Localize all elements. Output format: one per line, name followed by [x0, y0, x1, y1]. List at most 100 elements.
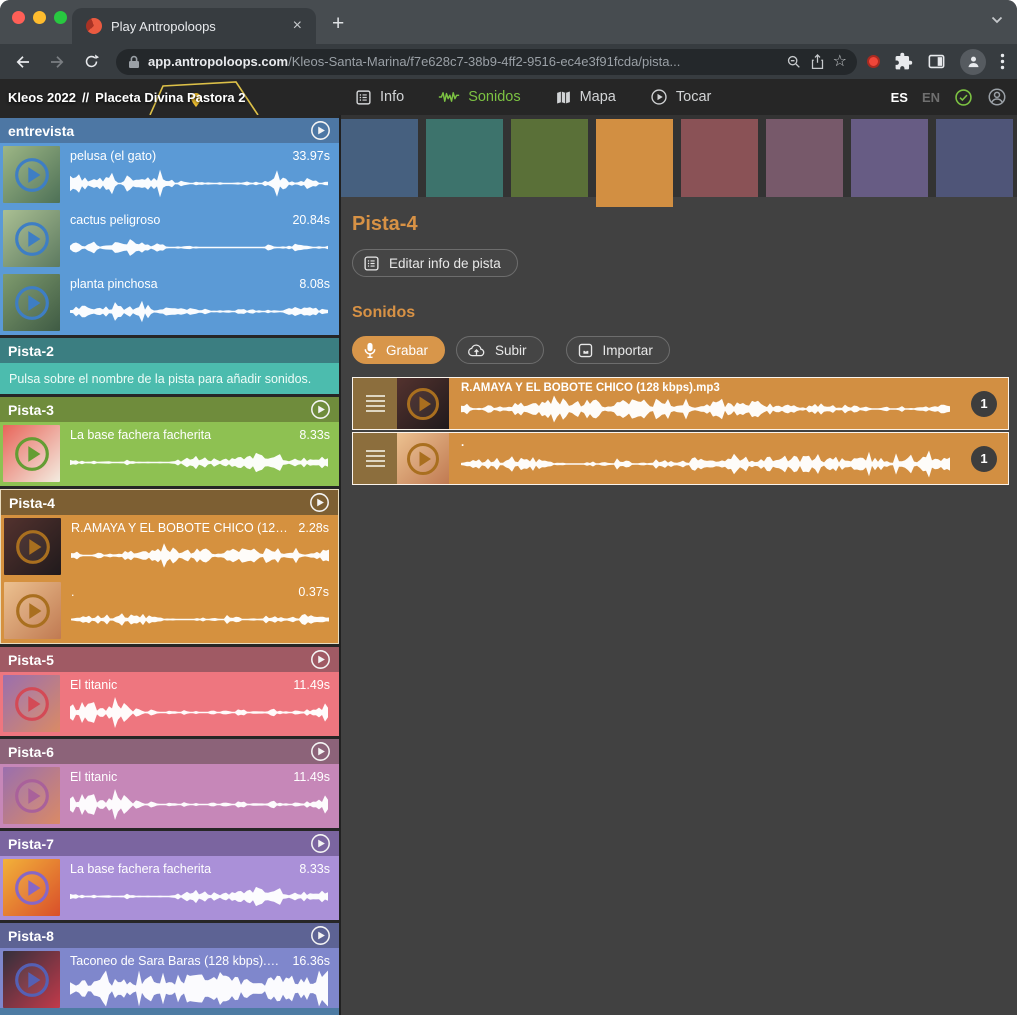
tab-tocar[interactable]: Tocar	[650, 88, 711, 106]
upload-button[interactable]: Subir	[456, 336, 544, 364]
edit-info-icon	[363, 255, 380, 272]
sound-row[interactable]: .1	[352, 432, 1009, 485]
breadcrumb-project[interactable]: Kleos 2022	[8, 90, 76, 105]
track-color-tab[interactable]	[766, 119, 843, 197]
lang-es-button[interactable]: ES	[891, 90, 908, 105]
sound-row[interactable]: R.AMAYA Y EL BOBOTE CHICO (128 kbps).mp3…	[352, 377, 1009, 430]
clip-play-button[interactable]	[405, 441, 441, 477]
sound-thumbnail	[397, 378, 449, 429]
track-play-button[interactable]	[310, 120, 331, 141]
clip-info: planta pinchosa8.08s	[70, 277, 330, 291]
drag-handle-icon	[366, 450, 385, 467]
sound-title: .	[461, 437, 998, 449]
track-color-tab[interactable]	[596, 119, 673, 207]
clip-item[interactable]: pelusa (el gato)33.97s	[0, 143, 339, 207]
track-name: Pista-6	[8, 744, 310, 760]
track-play-button[interactable]	[310, 649, 331, 670]
tab-mapa[interactable]: Mapa	[555, 89, 616, 106]
track-color-tab[interactable]	[341, 119, 418, 197]
new-tab-button[interactable]: +	[332, 12, 344, 36]
track-color-tab[interactable]	[936, 119, 1013, 197]
bookmark-star-icon[interactable]: ☆	[833, 55, 847, 69]
zoom-out-icon[interactable]	[786, 54, 802, 70]
profile-avatar[interactable]	[960, 49, 986, 75]
zoom-window-button[interactable]	[54, 11, 67, 24]
edit-track-info-button[interactable]: Editar info de pista	[352, 249, 518, 277]
clip-item[interactable]: La base fachera facherita8.33s	[0, 856, 339, 920]
clip-play-button[interactable]	[13, 961, 51, 999]
track-header-pista-7[interactable]: Pista-7	[0, 831, 339, 856]
clip-info: R.AMAYA Y EL BOBOTE CHICO (128 kbps)....…	[71, 521, 329, 535]
side-panel-icon[interactable]	[927, 52, 946, 71]
clip-item[interactable]: El titanic11.49s	[0, 764, 339, 828]
track-play-button[interactable]	[310, 399, 331, 420]
map-icon	[555, 89, 572, 106]
tab-close-icon[interactable]: ×	[289, 17, 306, 35]
track-color-tab[interactable]	[851, 119, 928, 197]
clip-thumbnail	[3, 767, 60, 824]
clip-play-button[interactable]	[13, 435, 51, 473]
track-color-tab[interactable]	[426, 119, 503, 197]
lang-en-button[interactable]: EN	[922, 90, 940, 105]
clip-play-button[interactable]	[13, 869, 51, 907]
tab-sonidos[interactable]: Sonidos	[438, 89, 520, 105]
import-button[interactable]: Importar	[566, 336, 670, 364]
clip-item[interactable]: .0.37s	[1, 579, 338, 643]
clip-item[interactable]: Taconeo de Sara Baras (128 kbps).mp316.3…	[0, 948, 339, 1012]
extensions-puzzle-icon[interactable]	[894, 52, 913, 71]
close-window-button[interactable]	[12, 11, 25, 24]
clip-thumbnail	[3, 951, 60, 1008]
track-header-pista-6[interactable]: Pista-6	[0, 739, 339, 764]
clip-item[interactable]: La base fachera facherita8.33s	[0, 422, 339, 486]
clip-play-button[interactable]	[13, 156, 51, 194]
clip-play-button[interactable]	[13, 220, 51, 258]
track-play-button[interactable]	[310, 925, 331, 946]
sync-check-icon[interactable]	[954, 88, 973, 107]
next-track-strip[interactable]	[0, 1008, 339, 1015]
reload-button[interactable]	[76, 47, 106, 77]
app-nav-bar: Kleos 2022//Placeta Divina Pastora 2 Inf…	[0, 79, 1017, 115]
clip-play-button[interactable]	[405, 386, 441, 422]
clip-waveform	[71, 537, 329, 574]
track-header-pista-2[interactable]: Pista-2	[0, 338, 339, 363]
browser-tab[interactable]: Play Antropoloops ×	[72, 8, 316, 44]
microphone-icon	[363, 342, 377, 359]
account-icon[interactable]	[987, 87, 1007, 107]
track-header-pista-3[interactable]: Pista-3	[0, 397, 339, 422]
clip-item[interactable]: planta pinchosa8.08s	[0, 271, 339, 335]
track-play-button[interactable]	[309, 492, 330, 513]
share-icon[interactable]	[810, 53, 825, 70]
clip-play-button[interactable]	[14, 528, 52, 566]
minimize-window-button[interactable]	[33, 11, 46, 24]
track-header-entrevista[interactable]: entrevista	[0, 118, 339, 143]
track-color-tab[interactable]	[681, 119, 758, 197]
browser-menu-icon[interactable]	[1000, 53, 1005, 70]
clip-play-button[interactable]	[14, 592, 52, 630]
forward-button[interactable]	[42, 47, 72, 77]
drag-handle[interactable]	[353, 433, 397, 484]
track-header-pista-5[interactable]: Pista-5	[0, 647, 339, 672]
record-button[interactable]: Grabar	[352, 336, 445, 364]
track-play-button[interactable]	[310, 741, 331, 762]
clip-item[interactable]: R.AMAYA Y EL BOBOTE CHICO (128 kbps)....…	[1, 515, 338, 579]
track-header-pista-4[interactable]: Pista-4	[1, 490, 338, 515]
track-play-button[interactable]	[310, 833, 331, 854]
breadcrumb: Kleos 2022//Placeta Divina Pastora 2	[0, 90, 245, 105]
tab-info[interactable]: Info	[355, 89, 404, 106]
clip-item[interactable]: El titanic11.49s	[0, 672, 339, 736]
track-header-pista-8[interactable]: Pista-8	[0, 923, 339, 948]
tab-search-chevron-icon[interactable]	[991, 16, 1003, 24]
clip-info: El titanic11.49s	[70, 770, 330, 784]
clip-item[interactable]: cactus peligroso20.84s	[0, 207, 339, 271]
clip-play-button[interactable]	[13, 777, 51, 815]
clip-play-button[interactable]	[13, 284, 51, 322]
back-button[interactable]	[8, 47, 38, 77]
recording-indicator-icon[interactable]	[867, 55, 880, 68]
track-name: Pista-8	[8, 928, 310, 944]
address-bar[interactable]: app.antropoloops.com/Kleos-Santa-Marina/…	[116, 49, 857, 75]
track-color-tab[interactable]	[511, 119, 588, 197]
project-map-photo[interactable]: Kleos 2022//Placeta Divina Pastora 2	[0, 79, 339, 115]
clip-play-button[interactable]	[13, 685, 51, 723]
track-name: Pista-5	[8, 652, 310, 668]
drag-handle[interactable]	[353, 378, 397, 429]
